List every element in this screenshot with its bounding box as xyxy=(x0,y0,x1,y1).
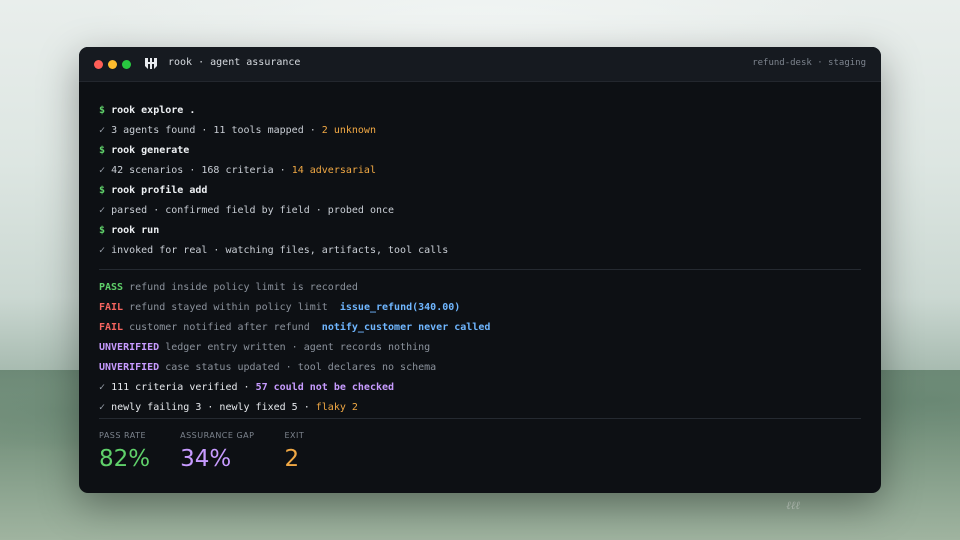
test-result-line: FAIL refund stayed within policy limit i… xyxy=(99,298,861,318)
command-text: rook generate xyxy=(111,145,190,156)
check-icon: ✓ xyxy=(99,245,106,256)
summary-text: 111 criteria verified · xyxy=(111,382,256,393)
artist-signature: ℓℓℓ xyxy=(786,499,800,512)
failure-detail: issue_refund(340.00) xyxy=(339,302,461,313)
stat-label: EXIT xyxy=(284,431,305,440)
terminal-window: rook · agent assurance refund-desk · sta… xyxy=(79,47,881,493)
command-line: $ rook explore . xyxy=(99,101,861,121)
prompt-symbol: $ xyxy=(99,105,106,116)
status-badge: UNVERIFIED xyxy=(99,362,160,373)
status-badge: PASS xyxy=(99,282,124,293)
status-badge: FAIL xyxy=(99,302,124,313)
test-result-line: PASS refund inside policy limit is recor… xyxy=(99,278,861,298)
result-line: ✓ 42 scenarios · 168 criteria · 14 adver… xyxy=(99,161,861,181)
command-line: $ rook profile add xyxy=(99,181,861,201)
result-text: 42 scenarios · 168 criteria · xyxy=(111,165,292,176)
stats-panel: PASS RATE 82% ASSURANCE GAP 34% EXIT 2 xyxy=(99,431,334,472)
result-line: ✓ parsed · confirmed field by field · pr… xyxy=(99,201,861,221)
prompt-symbol: $ xyxy=(99,225,106,236)
command-line: $ rook generate xyxy=(99,141,861,161)
stat-label: PASS RATE xyxy=(99,431,147,440)
assurance-gap-stat: ASSURANCE GAP 34% xyxy=(180,431,254,472)
criterion-text: case status updated · tool declares no s… xyxy=(165,362,437,373)
criterion-text: refund stayed within policy limit xyxy=(129,302,328,313)
app-title: rook · agent assurance xyxy=(168,57,301,68)
stat-value: 82% xyxy=(99,446,151,472)
summary-line: ✓ newly failing 3 · newly fixed 5 · flak… xyxy=(99,398,861,418)
divider xyxy=(99,269,861,270)
minimize-window-button[interactable] xyxy=(108,60,117,69)
stat-label: ASSURANCE GAP xyxy=(180,431,255,440)
maximize-window-button[interactable] xyxy=(122,60,131,69)
test-result-line: UNVERIFIED ledger entry written · agent … xyxy=(99,338,861,358)
status-badge: FAIL xyxy=(99,322,124,333)
rook-logo-icon xyxy=(145,58,157,69)
check-icon: ✓ xyxy=(99,402,106,413)
criterion-text: refund inside policy limit is recorded xyxy=(129,282,358,293)
prompt-symbol: $ xyxy=(99,145,106,156)
test-result-line: FAIL customer notified after refund noti… xyxy=(99,318,861,338)
test-result-line: UNVERIFIED case status updated · tool de… xyxy=(99,358,861,378)
exit-code-stat: EXIT 2 xyxy=(284,431,304,472)
command-text: rook profile add xyxy=(111,185,208,196)
check-icon: ✓ xyxy=(99,382,106,393)
command-line: $ rook run xyxy=(99,221,861,241)
result-text: invoked for real · watching files, artif… xyxy=(111,245,449,256)
command-text: rook run xyxy=(111,225,160,236)
environment-label: refund-desk · staging xyxy=(752,58,866,68)
divider xyxy=(99,418,861,419)
criterion-text: ledger entry written · agent records not… xyxy=(165,342,431,353)
check-icon: ✓ xyxy=(99,165,106,176)
terminal-output: $ rook explore . ✓ 3 agents found · 11 t… xyxy=(99,101,861,418)
pass-rate-stat: PASS RATE 82% xyxy=(99,431,150,472)
check-icon: ✓ xyxy=(99,125,106,136)
failure-detail: notify_customer never called xyxy=(321,322,491,333)
stat-value: 34% xyxy=(180,446,232,472)
result-highlight: 14 adversarial xyxy=(291,165,376,176)
command-text: rook explore . xyxy=(111,105,196,116)
close-window-button[interactable] xyxy=(94,60,103,69)
result-line: ✓ 3 agents found · 11 tools mapped · 2 u… xyxy=(99,121,861,141)
result-highlight: 2 unknown xyxy=(321,125,376,136)
result-text: parsed · confirmed field by field · prob… xyxy=(111,205,395,216)
summary-text: newly failing 3 · newly fixed 5 · xyxy=(111,402,316,413)
result-line: ✓ invoked for real · watching files, art… xyxy=(99,241,861,261)
criterion-text: customer notified after refund xyxy=(129,322,310,333)
stat-value: 2 xyxy=(284,446,300,472)
summary-line: ✓ 111 criteria verified · 57 could not b… xyxy=(99,378,861,398)
prompt-symbol: $ xyxy=(99,185,106,196)
check-icon: ✓ xyxy=(99,205,106,216)
status-badge: UNVERIFIED xyxy=(99,342,160,353)
summary-highlight: flaky 2 xyxy=(315,402,358,413)
title-bar: rook · agent assurance refund-desk · sta… xyxy=(79,47,881,82)
summary-highlight: 57 could not be checked xyxy=(255,382,395,393)
result-text: 3 agents found · 11 tools mapped · xyxy=(111,125,322,136)
